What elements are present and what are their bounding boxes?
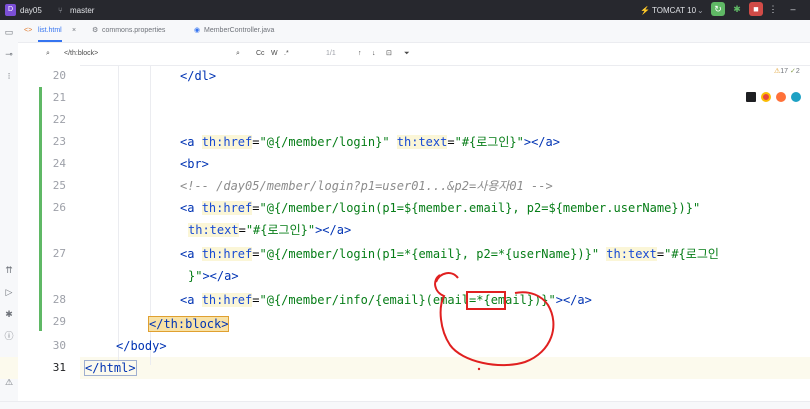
- annotation-dot: [477, 367, 481, 371]
- annotation-circle: [434, 274, 555, 367]
- annotation-scribble: [434, 272, 555, 371]
